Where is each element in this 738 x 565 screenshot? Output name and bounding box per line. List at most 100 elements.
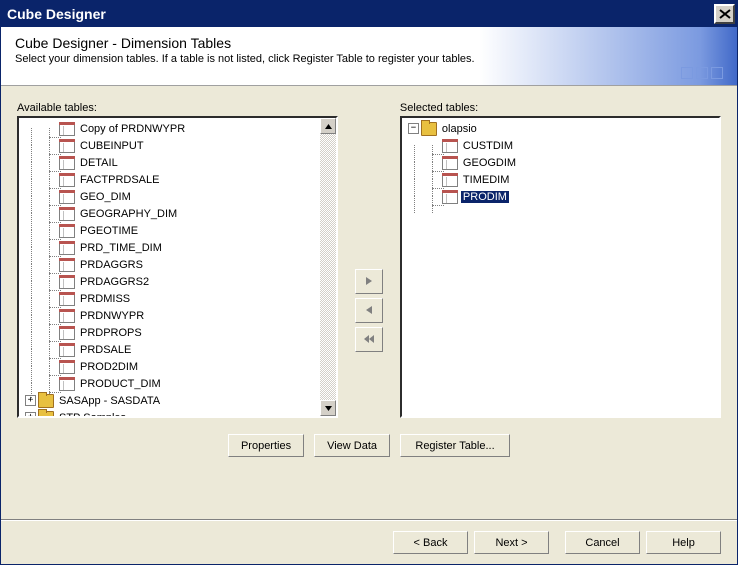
- action-buttons-row: Properties View Data Register Table...: [17, 434, 721, 457]
- back-button[interactable]: < Back: [393, 531, 468, 554]
- table-icon: [59, 241, 75, 255]
- table-row[interactable]: CUBEINPUT: [21, 137, 334, 154]
- table-label: PRODIM: [461, 191, 509, 203]
- folder-icon: [38, 411, 54, 419]
- close-icon: [719, 9, 731, 19]
- table-row[interactable]: PGEOTIME: [21, 222, 334, 239]
- table-icon: [59, 326, 75, 340]
- table-row[interactable]: PRDAGGRS: [21, 256, 334, 273]
- table-row[interactable]: PRODIM: [404, 188, 717, 205]
- double-chevron-left-icon: [363, 334, 375, 344]
- table-row[interactable]: PRDMISS: [21, 290, 334, 307]
- table-icon: [59, 360, 75, 374]
- selected-tables-list[interactable]: − olapsio CUSTDIM GEOGDIM TIMEDIM PRODIM: [400, 116, 721, 418]
- table-label: GEOGDIM: [461, 157, 518, 169]
- table-label: PRDPROPS: [78, 327, 144, 339]
- table-icon: [59, 292, 75, 306]
- scrollbar[interactable]: [320, 118, 336, 416]
- table-label: TIMEDIM: [461, 174, 511, 186]
- table-icon: [442, 173, 458, 187]
- table-label: PRDMISS: [78, 293, 132, 305]
- scroll-down-button[interactable]: [320, 400, 336, 416]
- available-tables-label: Available tables:: [17, 102, 338, 114]
- move-right-button[interactable]: [355, 269, 383, 294]
- table-icon: [59, 275, 75, 289]
- wizard-window: Cube Designer Cube Designer - Dimension …: [0, 0, 738, 565]
- available-tables-list[interactable]: Copy of PRDNWYPR CUBEINPUT DETAIL FACTPRDSA…: [17, 116, 338, 418]
- table-row[interactable]: FACTPRDSALE: [21, 171, 334, 188]
- table-row[interactable]: GEOGDIM: [404, 154, 717, 171]
- register-table-button[interactable]: Register Table...: [400, 434, 510, 457]
- move-all-left-button[interactable]: [355, 327, 383, 352]
- expander-icon[interactable]: −: [408, 123, 419, 134]
- scroll-track[interactable]: [320, 134, 336, 400]
- wizard-footer: < Back Next > Cancel Help: [1, 520, 737, 564]
- table-icon: [59, 190, 75, 204]
- table-icon: [59, 173, 75, 187]
- table-icon: [59, 377, 75, 391]
- table-row[interactable]: GEO_DIM: [21, 188, 334, 205]
- folder-row[interactable]: + STP Samples: [21, 409, 334, 418]
- table-row[interactable]: PROD2DIM: [21, 358, 334, 375]
- table-row[interactable]: TIMEDIM: [404, 171, 717, 188]
- folder-icon: [421, 122, 437, 136]
- wizard-body: Available tables: Copy of PRDNWYPR CUBEIN…: [1, 86, 737, 520]
- table-row[interactable]: PRDSALE: [21, 341, 334, 358]
- table-label: GEO_DIM: [78, 191, 133, 203]
- table-row[interactable]: PRDNWYPR: [21, 307, 334, 324]
- table-row[interactable]: PRDAGGRS2: [21, 273, 334, 290]
- table-label: FACTPRDSALE: [78, 174, 161, 186]
- table-label: DETAIL: [78, 157, 120, 169]
- folder-row[interactable]: − olapsio: [404, 120, 717, 137]
- table-icon: [59, 258, 75, 272]
- table-icon: [59, 207, 75, 221]
- table-label: PRDAGGRS2: [78, 276, 151, 288]
- table-icon: [59, 309, 75, 323]
- table-row[interactable]: PRDPROPS: [21, 324, 334, 341]
- chevron-down-icon: [324, 404, 333, 413]
- page-subtitle: Select your dimension tables. If a table…: [15, 53, 723, 65]
- table-label: PRDAGGRS: [78, 259, 145, 271]
- expander-icon[interactable]: +: [25, 412, 36, 418]
- folder-label: olapsio: [440, 123, 479, 135]
- table-icon: [59, 156, 75, 170]
- chevron-up-icon: [324, 122, 333, 131]
- table-icon: [442, 156, 458, 170]
- table-label: PGEOTIME: [78, 225, 140, 237]
- table-icon: [442, 139, 458, 153]
- chevron-left-icon: [364, 305, 374, 315]
- close-button[interactable]: [714, 4, 735, 24]
- table-label: PROD2DIM: [78, 361, 140, 373]
- chevron-right-icon: [364, 276, 374, 286]
- table-label: GEOGRAPHY_DIM: [78, 208, 179, 220]
- table-label: PRODUCT_DIM: [78, 378, 163, 390]
- properties-button[interactable]: Properties: [228, 434, 304, 457]
- table-icon: [59, 224, 75, 238]
- table-label: CUBEINPUT: [78, 140, 146, 152]
- wizard-header: Cube Designer - Dimension Tables Select …: [1, 27, 737, 86]
- table-label: PRDSALE: [78, 344, 133, 356]
- page-title: Cube Designer - Dimension Tables: [15, 35, 723, 51]
- folder-label: SASApp - SASDATA: [57, 395, 162, 407]
- header-decoration: [681, 67, 723, 79]
- move-left-button[interactable]: [355, 298, 383, 323]
- table-row[interactable]: DETAIL: [21, 154, 334, 171]
- table-icon: [59, 139, 75, 153]
- folder-icon: [38, 394, 54, 408]
- next-button[interactable]: Next >: [474, 531, 549, 554]
- titlebar: Cube Designer: [1, 1, 737, 27]
- table-row[interactable]: CUSTDIM: [404, 137, 717, 154]
- scroll-up-button[interactable]: [320, 118, 336, 134]
- folder-label: STP Samples: [57, 412, 128, 419]
- cancel-button[interactable]: Cancel: [565, 531, 640, 554]
- transfer-buttons: [338, 102, 400, 418]
- table-row[interactable]: PRODUCT_DIM: [21, 375, 334, 392]
- table-row[interactable]: GEOGRAPHY_DIM: [21, 205, 334, 222]
- table-label: CUSTDIM: [461, 140, 515, 152]
- table-row[interactable]: Copy of PRDNWYPR: [21, 120, 334, 137]
- table-row[interactable]: PRD_TIME_DIM: [21, 239, 334, 256]
- help-button[interactable]: Help: [646, 531, 721, 554]
- folder-row[interactable]: +SASApp - SASDATA: [21, 392, 334, 409]
- view-data-button[interactable]: View Data: [314, 434, 390, 457]
- window-title: Cube Designer: [7, 6, 714, 22]
